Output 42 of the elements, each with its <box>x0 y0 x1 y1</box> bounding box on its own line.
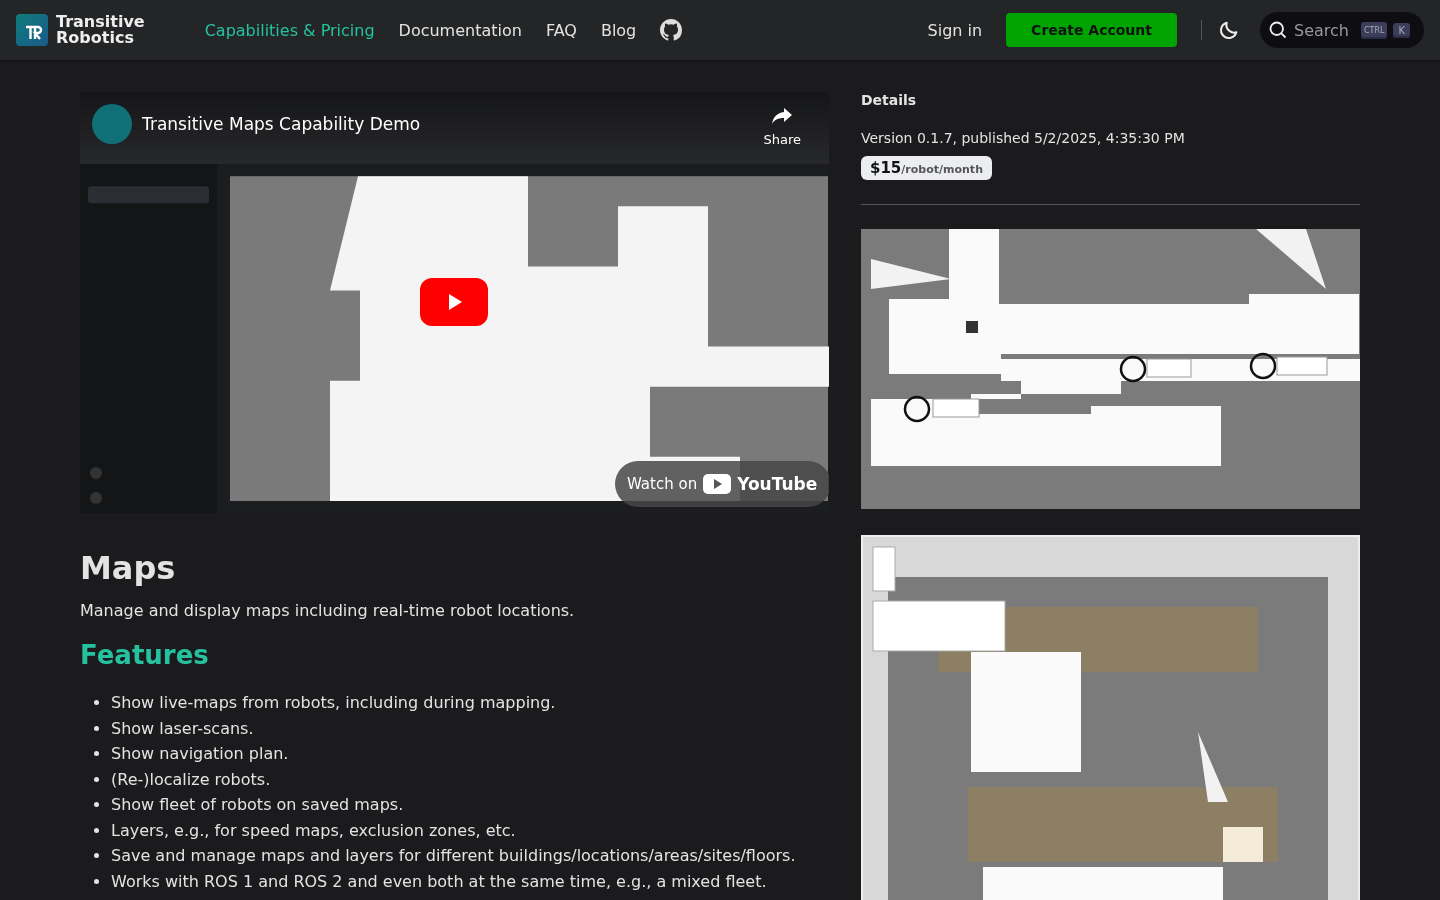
video-title[interactable]: Transitive Maps Capability Demo <box>142 114 754 134</box>
bullet-icon <box>94 776 99 782</box>
play-button[interactable] <box>420 278 488 326</box>
bullet-icon <box>94 725 99 731</box>
search-icon <box>1267 20 1288 40</box>
nav-link[interactable]: Blog <box>600 20 637 40</box>
bullet-icon <box>94 827 99 833</box>
bullet-icon <box>94 853 99 859</box>
feature-item: Layers, e.g., for speed maps, exclusion zones, etc. <box>111 819 516 842</box>
search-placeholder: Search <box>1293 20 1349 40</box>
feature-item: Show laser-scans. <box>111 717 254 740</box>
nav-link[interactable]: Documentation <box>398 20 522 40</box>
watch-on-youtube-button[interactable]: Watch on YouTube <box>615 461 829 507</box>
feature-item: (Re-)localize robots. <box>111 768 271 791</box>
price-badge: $15/robot/month <box>861 156 992 180</box>
nav-link[interactable]: FAQ <box>545 20 577 40</box>
page-title: Maps <box>80 549 177 587</box>
feature-item: Show navigation plan. <box>111 743 289 765</box>
features-heading: Features <box>80 640 210 670</box>
brand-name[interactable]: Transitive Robotics <box>56 14 145 46</box>
keyboard-key: K <box>1393 22 1410 38</box>
search-field[interactable]: Search CTRL K <box>1259 12 1424 48</box>
sign-in-link[interactable]: Sign in <box>927 20 983 40</box>
description: Manage and display maps including real-time robot locations. <box>80 601 576 620</box>
create-account-button[interactable]: Create Account <box>1006 13 1177 47</box>
nav-link[interactable]: Capabilities & Pricing <box>204 20 375 40</box>
logo-icon[interactable] <box>16 14 48 46</box>
bullet-icon <box>94 802 99 808</box>
feature-item: Show live-maps from robots, including during mapping. <box>111 692 556 714</box>
github-icon[interactable] <box>660 19 683 41</box>
share-button[interactable]: Share <box>763 106 801 147</box>
bullet-icon <box>94 878 99 884</box>
bullet-icon <box>94 751 99 757</box>
bullet-icon <box>94 700 99 706</box>
feature-item: Works with ROS 1 and ROS 2 and even both at the same time, e.g., a mixed fleet. <box>111 870 767 893</box>
details-heading: Details <box>861 92 918 108</box>
version-info: Version 0.1.7, published 5/2/2025, 4:35:30 PM <box>861 130 1186 146</box>
play-logo-icon <box>703 474 732 494</box>
keyboard-key: CTRL <box>1360 21 1388 39</box>
feature-item: Save and manage maps and layers for different buildings/locations/areas/sites/floors. <box>111 845 796 867</box>
moon-icon[interactable] <box>1217 19 1240 41</box>
feature-item: Show fleet of robots on saved maps. <box>111 794 404 816</box>
